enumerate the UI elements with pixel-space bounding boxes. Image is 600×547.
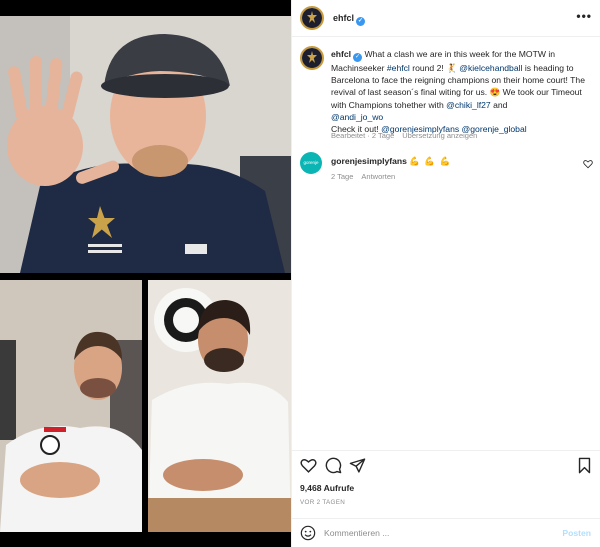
ehf-logo-icon <box>302 48 322 68</box>
post-caption: ehfcl ✓ What a clash we are in this week … <box>331 48 589 135</box>
hashtag-link[interactable]: #ehfcl <box>387 63 410 73</box>
mention-link-kielce[interactable]: @kielcehandball <box>459 63 522 73</box>
video-tile-guest-1 <box>0 280 142 532</box>
author-username-link[interactable]: ehfcl ✓ <box>333 13 366 26</box>
video-tile-host <box>0 16 291 273</box>
reply-button[interactable]: Antworten <box>361 172 395 181</box>
emoji-smiley-icon[interactable] <box>300 525 316 541</box>
caption-author-avatar[interactable] <box>300 46 324 70</box>
commenter-avatar[interactable]: gorenje <box>300 152 322 174</box>
mention-link-andi[interactable]: @andi_jo_wo <box>331 112 383 122</box>
caption-text-2: round 2! 🤾 <box>409 63 460 73</box>
video-tile-guest-2 <box>148 280 291 532</box>
view-count: 9,468 Aufrufe <box>300 483 355 493</box>
translate-button[interactable]: Übersetzung anzeigen <box>402 131 477 140</box>
post-media[interactable] <box>0 0 291 547</box>
caption-meta: Bearbeitet · 2 Tage Übersetzung anzeigen <box>331 131 485 140</box>
post-comment-button[interactable]: Posten <box>562 528 591 538</box>
like-heart-icon[interactable] <box>300 457 317 474</box>
comment-item: gorenjesimplyfans 💪 💪 💪 <box>331 156 451 167</box>
comment-input[interactable] <box>324 525 554 541</box>
guest-2-video-image <box>148 280 291 532</box>
comment-like-heart-icon[interactable] <box>583 159 593 169</box>
action-bar <box>291 450 600 478</box>
post-header: ehfcl ✓ ••• <box>292 0 600 37</box>
save-bookmark-icon[interactable] <box>576 457 593 474</box>
ehf-logo-icon <box>302 8 322 28</box>
mention-link-chiki[interactable]: @chiki_lf27 <box>446 100 491 110</box>
verified-badge-icon: ✓ <box>356 17 366 26</box>
post-date[interactable]: VOR 2 TAGEN <box>300 499 345 506</box>
caption-username[interactable]: ehfcl <box>331 49 351 59</box>
more-options-button[interactable]: ••• <box>576 10 592 22</box>
author-avatar[interactable] <box>300 6 324 30</box>
comment-bubble-icon[interactable] <box>325 457 342 474</box>
comment-composer: Posten <box>291 518 600 547</box>
comment-meta: 2 Tage Antworten <box>331 172 403 181</box>
guest-1-video-image <box>0 280 142 532</box>
commenter-username[interactable]: gorenjesimplyfans <box>331 156 407 166</box>
caption-text-4: and <box>490 99 508 110</box>
author-username[interactable]: ehfcl <box>333 13 354 23</box>
share-paper-plane-icon[interactable] <box>349 457 366 474</box>
host-video-image <box>0 16 291 273</box>
verified-badge-icon: ✓ <box>353 53 363 62</box>
comment-time: 2 Tage <box>331 172 354 181</box>
edited-time: Bearbeitet · 2 Tage <box>331 131 395 140</box>
comment-text: 💪 💪 💪 <box>409 156 452 166</box>
